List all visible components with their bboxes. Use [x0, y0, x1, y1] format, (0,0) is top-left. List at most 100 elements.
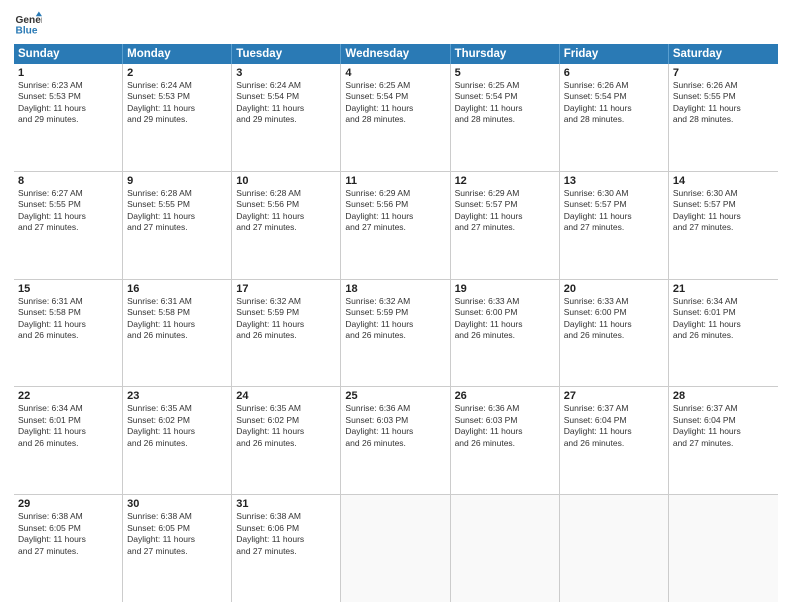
- calendar-cell: [669, 495, 778, 602]
- cell-info-line: and 26 minutes.: [564, 438, 664, 449]
- day-number: 3: [236, 67, 336, 79]
- cell-info-line: and 29 minutes.: [236, 114, 336, 125]
- cell-info-line: Sunrise: 6:32 AM: [345, 296, 445, 307]
- cell-info-line: Sunrise: 6:35 AM: [236, 403, 336, 414]
- cell-info-line: and 26 minutes.: [673, 330, 774, 341]
- weekday-header: Thursday: [451, 44, 560, 64]
- logo-icon: General Blue: [14, 10, 42, 38]
- calendar-cell: [451, 495, 560, 602]
- day-number: 24: [236, 390, 336, 402]
- cell-info-line: Daylight: 11 hours: [127, 534, 227, 545]
- cell-info-line: Sunrise: 6:38 AM: [127, 511, 227, 522]
- calendar-cell: 18Sunrise: 6:32 AMSunset: 5:59 PMDayligh…: [341, 280, 450, 387]
- day-number: 13: [564, 175, 664, 187]
- day-number: 5: [455, 67, 555, 79]
- cell-info-line: Sunset: 6:05 PM: [127, 523, 227, 534]
- cell-info-line: Sunrise: 6:29 AM: [455, 188, 555, 199]
- cell-info-line: Daylight: 11 hours: [673, 319, 774, 330]
- cell-info-line: and 27 minutes.: [127, 222, 227, 233]
- calendar-row: 1Sunrise: 6:23 AMSunset: 5:53 PMDaylight…: [14, 64, 778, 172]
- cell-info-line: Sunrise: 6:26 AM: [673, 80, 774, 91]
- page: General Blue SundayMondayTuesdayWednesda…: [0, 0, 792, 612]
- cell-info-line: Sunrise: 6:24 AM: [127, 80, 227, 91]
- cell-info-line: Daylight: 11 hours: [455, 103, 555, 114]
- cell-info-line: Sunrise: 6:35 AM: [127, 403, 227, 414]
- cell-info-line: and 27 minutes.: [673, 438, 774, 449]
- calendar-cell: 25Sunrise: 6:36 AMSunset: 6:03 PMDayligh…: [341, 387, 450, 494]
- calendar-cell: [341, 495, 450, 602]
- day-number: 2: [127, 67, 227, 79]
- calendar-cell: 27Sunrise: 6:37 AMSunset: 6:04 PMDayligh…: [560, 387, 669, 494]
- cell-info-line: Daylight: 11 hours: [345, 211, 445, 222]
- cell-info-line: Daylight: 11 hours: [564, 103, 664, 114]
- calendar-cell: 7Sunrise: 6:26 AMSunset: 5:55 PMDaylight…: [669, 64, 778, 171]
- cell-info-line: and 27 minutes.: [564, 222, 664, 233]
- cell-info-line: Sunrise: 6:25 AM: [345, 80, 445, 91]
- day-number: 18: [345, 283, 445, 295]
- calendar-cell: 10Sunrise: 6:28 AMSunset: 5:56 PMDayligh…: [232, 172, 341, 279]
- calendar-cell: 17Sunrise: 6:32 AMSunset: 5:59 PMDayligh…: [232, 280, 341, 387]
- cell-info-line: Sunrise: 6:34 AM: [673, 296, 774, 307]
- day-number: 11: [345, 175, 445, 187]
- day-number: 19: [455, 283, 555, 295]
- cell-info-line: Sunset: 5:55 PM: [673, 91, 774, 102]
- weekday-header: Friday: [560, 44, 669, 64]
- calendar-cell: 14Sunrise: 6:30 AMSunset: 5:57 PMDayligh…: [669, 172, 778, 279]
- calendar-cell: 20Sunrise: 6:33 AMSunset: 6:00 PMDayligh…: [560, 280, 669, 387]
- cell-info-line: and 26 minutes.: [127, 330, 227, 341]
- calendar-cell: 19Sunrise: 6:33 AMSunset: 6:00 PMDayligh…: [451, 280, 560, 387]
- cell-info-line: and 28 minutes.: [455, 114, 555, 125]
- cell-info-line: Daylight: 11 hours: [236, 319, 336, 330]
- calendar-row: 22Sunrise: 6:34 AMSunset: 6:01 PMDayligh…: [14, 387, 778, 495]
- calendar-cell: 31Sunrise: 6:38 AMSunset: 6:06 PMDayligh…: [232, 495, 341, 602]
- calendar-cell: 8Sunrise: 6:27 AMSunset: 5:55 PMDaylight…: [14, 172, 123, 279]
- calendar-header: SundayMondayTuesdayWednesdayThursdayFrid…: [14, 44, 778, 64]
- cell-info-line: Sunrise: 6:24 AM: [236, 80, 336, 91]
- cell-info-line: Sunrise: 6:33 AM: [564, 296, 664, 307]
- cell-info-line: Sunrise: 6:23 AM: [18, 80, 118, 91]
- cell-info-line: and 26 minutes.: [564, 330, 664, 341]
- cell-info-line: Sunset: 6:05 PM: [18, 523, 118, 534]
- cell-info-line: Daylight: 11 hours: [564, 319, 664, 330]
- calendar-cell: 24Sunrise: 6:35 AMSunset: 6:02 PMDayligh…: [232, 387, 341, 494]
- cell-info-line: Daylight: 11 hours: [673, 426, 774, 437]
- cell-info-line: and 26 minutes.: [236, 438, 336, 449]
- day-number: 26: [455, 390, 555, 402]
- cell-info-line: and 26 minutes.: [345, 330, 445, 341]
- cell-info-line: Daylight: 11 hours: [236, 534, 336, 545]
- cell-info-line: Sunset: 5:54 PM: [345, 91, 445, 102]
- day-number: 16: [127, 283, 227, 295]
- cell-info-line: Sunset: 5:54 PM: [236, 91, 336, 102]
- cell-info-line: Sunrise: 6:38 AM: [236, 511, 336, 522]
- day-number: 17: [236, 283, 336, 295]
- cell-info-line: Sunset: 5:56 PM: [236, 199, 336, 210]
- day-number: 23: [127, 390, 227, 402]
- cell-info-line: Daylight: 11 hours: [564, 211, 664, 222]
- cell-info-line: Daylight: 11 hours: [455, 211, 555, 222]
- cell-info-line: Sunrise: 6:31 AM: [18, 296, 118, 307]
- cell-info-line: and 26 minutes.: [345, 438, 445, 449]
- cell-info-line: Sunset: 5:57 PM: [673, 199, 774, 210]
- cell-info-line: Sunset: 6:04 PM: [564, 415, 664, 426]
- cell-info-line: Sunset: 6:03 PM: [345, 415, 445, 426]
- cell-info-line: Sunrise: 6:28 AM: [127, 188, 227, 199]
- cell-info-line: Sunrise: 6:25 AM: [455, 80, 555, 91]
- calendar-cell: 11Sunrise: 6:29 AMSunset: 5:56 PMDayligh…: [341, 172, 450, 279]
- calendar-row: 29Sunrise: 6:38 AMSunset: 6:05 PMDayligh…: [14, 495, 778, 602]
- day-number: 1: [18, 67, 118, 79]
- calendar-cell: 12Sunrise: 6:29 AMSunset: 5:57 PMDayligh…: [451, 172, 560, 279]
- cell-info-line: Daylight: 11 hours: [18, 319, 118, 330]
- cell-info-line: Sunrise: 6:38 AM: [18, 511, 118, 522]
- cell-info-line: Sunset: 5:58 PM: [18, 307, 118, 318]
- cell-info-line: Daylight: 11 hours: [18, 211, 118, 222]
- cell-info-line: and 26 minutes.: [455, 330, 555, 341]
- cell-info-line: and 28 minutes.: [345, 114, 445, 125]
- cell-info-line: and 29 minutes.: [127, 114, 227, 125]
- day-number: 14: [673, 175, 774, 187]
- calendar-cell: 16Sunrise: 6:31 AMSunset: 5:58 PMDayligh…: [123, 280, 232, 387]
- cell-info-line: Daylight: 11 hours: [345, 426, 445, 437]
- cell-info-line: and 27 minutes.: [127, 546, 227, 557]
- calendar-row: 8Sunrise: 6:27 AMSunset: 5:55 PMDaylight…: [14, 172, 778, 280]
- logo: General Blue: [14, 10, 42, 38]
- calendar-cell: 9Sunrise: 6:28 AMSunset: 5:55 PMDaylight…: [123, 172, 232, 279]
